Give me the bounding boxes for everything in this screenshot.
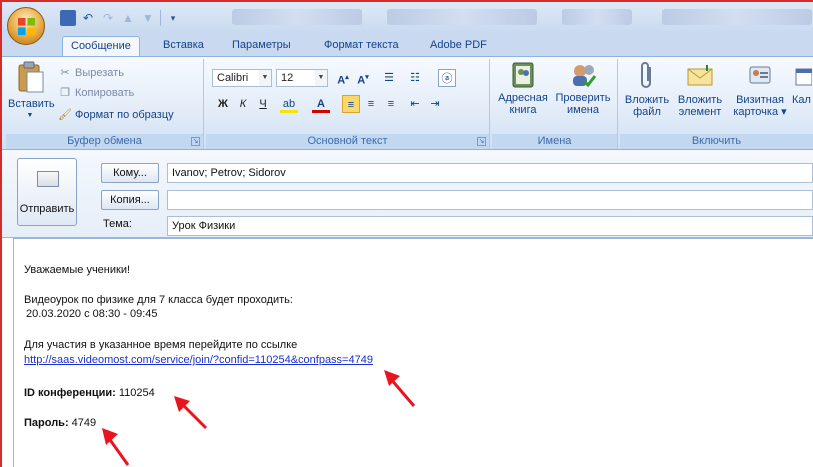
office-logo-icon [17, 17, 36, 36]
annotation-arrow-icon [102, 428, 130, 466]
group-include: Вложить файл Вложить элемент Визитная ка… [620, 59, 813, 149]
grow-font-icon[interactable]: A▴ [334, 69, 352, 87]
subject-field[interactable]: Урок Физики [167, 216, 813, 236]
address-book-button[interactable]: Адресная книга [494, 61, 552, 116]
redo-icon[interactable]: ↷ [100, 10, 116, 26]
format-painter-icon: 🖌 [58, 109, 72, 121]
group-label-basic-text: Основной текст [206, 134, 489, 149]
shrink-font-icon[interactable]: A▾ [354, 69, 372, 87]
numbering-icon[interactable]: ☷ [406, 69, 424, 87]
cc-button[interactable]: Копия... [101, 190, 159, 210]
ribbon-tabs: Сообщение Вставка Параметры Формат текст… [2, 32, 813, 56]
font-name-select[interactable]: Calibri ▼ [212, 69, 272, 87]
body-line-1: Видеоурок по физике для 7 класса будет п… [24, 294, 293, 306]
blurred-title [232, 9, 362, 25]
tab-message[interactable]: Сообщение [62, 36, 140, 56]
body-line-3: Для участия в указанное время перейдите … [24, 339, 298, 351]
paste-icon [18, 61, 44, 93]
italic-button[interactable]: К [234, 95, 252, 113]
tab-adobe-pdf[interactable]: Adobe PDF [422, 36, 495, 56]
send-label: Отправить [19, 203, 75, 215]
paperclip-icon [641, 62, 651, 88]
to-field[interactable]: Ivanov; Petrov; Sidorov [167, 163, 813, 183]
copy-icon: ❐ [60, 87, 70, 99]
group-names: Адресная книга Проверить имена Имена [492, 59, 618, 149]
subject-label: Тема: [103, 218, 132, 230]
chevron-down-icon: ▼ [259, 70, 271, 86]
save-icon[interactable] [60, 10, 76, 26]
decrease-indent-icon[interactable]: ⇤ [406, 95, 424, 113]
group-label-clipboard: Буфер обмена [6, 134, 203, 149]
font-color-icon[interactable]: A [312, 95, 330, 113]
conference-id-label: ID конференции: [24, 387, 116, 399]
office-button[interactable] [7, 7, 45, 45]
bold-button[interactable]: Ж [214, 95, 232, 113]
cut-button[interactable]: ✂ Вырезать [58, 65, 124, 81]
check-names-button[interactable]: Проверить имена [552, 61, 614, 116]
conference-link[interactable]: http://saas.videomost.com/service/join/?… [24, 354, 373, 366]
password-label: Пароль: [24, 417, 69, 429]
body-line-2: 20.03.2020 с 08:30 - 09:45 [26, 308, 158, 320]
cc-field[interactable] [167, 190, 813, 210]
highlight-icon[interactable]: ab [280, 95, 298, 113]
group-label-include: Включить [620, 134, 813, 149]
align-right-icon[interactable]: ≡ [382, 95, 400, 113]
copy-button[interactable]: ❐ Копировать [58, 85, 134, 101]
paste-button[interactable]: Вставить ▼ [8, 61, 55, 122]
increase-indent-icon[interactable]: ⇥ [426, 95, 444, 113]
greeting-text: Уважаемые ученики! [24, 264, 131, 276]
group-label-names: Имена [492, 134, 617, 149]
chevron-down-icon: ▼ [315, 70, 327, 86]
group-basic-text: Calibri ▼ 12 ▼ A▴ A▾ ☰ ☷ ⓐ Ж К Ч ab A ≡ ≡ … [206, 59, 490, 149]
tab-options[interactable]: Параметры [224, 36, 299, 56]
customize-icon[interactable]: ▾ [165, 10, 181, 26]
to-button[interactable]: Кому... [101, 163, 159, 183]
business-card-button[interactable]: Визитная карточка ▾ [730, 61, 790, 118]
password-line: Пароль: 4749 [24, 417, 96, 429]
qat-separator [160, 10, 161, 26]
annotation-arrow-icon [384, 370, 416, 407]
send-envelope-icon [37, 171, 59, 187]
attach-file-button[interactable]: Вложить файл [622, 61, 672, 118]
down-arrow-icon[interactable]: ▼ [140, 10, 156, 26]
envelope-icon [687, 65, 713, 86]
group-clipboard: Вставить ▼ ✂ Вырезать ❐ Копировать 🖌 Формат… [6, 59, 204, 149]
undo-icon[interactable]: ↶ [80, 10, 96, 26]
ribbon: Вставить ▼ ✂ Вырезать ❐ Копировать 🖌 Формат… [2, 56, 813, 150]
paste-label: Вставить [8, 98, 55, 110]
calendar-button[interactable]: Кал [792, 61, 813, 106]
password-value: 4749 [71, 417, 97, 429]
scissors-icon: ✂ [60, 67, 70, 79]
tab-insert[interactable]: Вставка [155, 36, 212, 56]
conference-id-line: ID конференции: 110254 [24, 387, 155, 399]
up-arrow-icon[interactable]: ▲ [120, 10, 136, 26]
quick-access-toolbar: ↶ ↷ ▲ ▼ ▾ [60, 8, 181, 28]
attach-item-button[interactable]: Вложить элемент [674, 61, 726, 118]
send-button[interactable]: Отправить [17, 158, 77, 226]
business-card-icon [749, 66, 771, 84]
underline-button[interactable]: Ч [254, 95, 272, 113]
align-left-icon[interactable]: ≡ [342, 95, 360, 113]
styles-icon[interactable]: ⓐ [438, 69, 456, 87]
blurred-title [562, 9, 632, 25]
align-center-icon[interactable]: ≡ [362, 95, 380, 113]
blurred-title [662, 9, 812, 25]
calendar-icon [795, 68, 813, 86]
annotation-arrow-icon [174, 396, 208, 430]
blurred-title [387, 9, 537, 25]
address-book-icon [512, 62, 534, 88]
dialog-launcher-icon[interactable]: ↘ [191, 137, 200, 146]
paste-dropdown-icon[interactable]: ▼ [8, 110, 52, 122]
bullets-icon[interactable]: ☰ [380, 69, 398, 87]
check-names-icon [573, 65, 597, 88]
dialog-launcher-icon[interactable]: ↘ [477, 137, 486, 146]
conference-id-value: 110254 [118, 387, 155, 399]
tab-format-text[interactable]: Формат текста [316, 36, 407, 56]
format-painter-button[interactable]: 🖌 Формат по образцу [58, 107, 174, 123]
font-size-select[interactable]: 12 ▼ [276, 69, 328, 87]
title-bar: ↶ ↷ ▲ ▼ ▾ [2, 2, 813, 32]
